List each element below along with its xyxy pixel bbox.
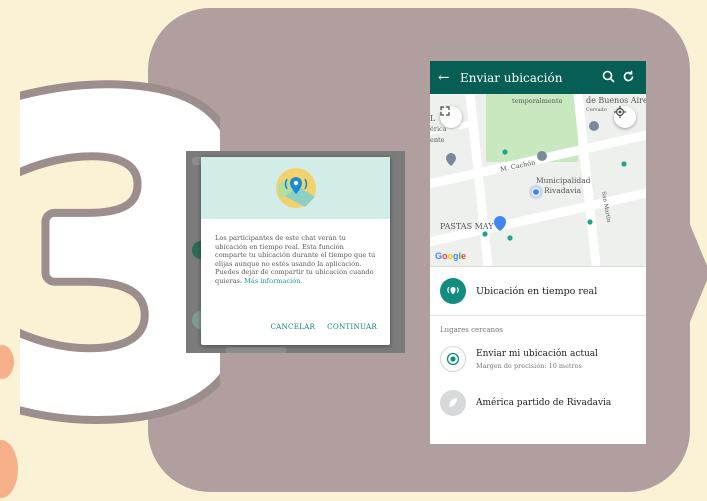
current-location-text: Enviar mi ubicación actual Margen de pre… (476, 349, 598, 370)
dialog-message: Los participantes de este chat verán tu … (201, 219, 390, 286)
live-location-label: Ubicación en tiempo real (476, 285, 598, 297)
send-current-location-option[interactable]: Enviar mi ubicación actual Margen de pre… (430, 340, 646, 378)
dialog-actions: CANCELAR CONTINUAR (270, 322, 377, 331)
live-location-dialog-screenshot: Los participantes de este chat verán tu … (186, 151, 405, 353)
google-logo: Google (435, 251, 467, 261)
background-row (226, 347, 286, 353)
next-arrow-shape (682, 205, 707, 341)
map-label: Municipalidad (536, 176, 591, 185)
live-location-option[interactable]: Ubicación en tiempo real (430, 267, 646, 316)
map-label: Rivadavia (544, 186, 582, 195)
map-label: L (430, 114, 436, 123)
map-label: temporalmente (512, 97, 563, 105)
nearby-places-heading: Lugares cercanos (440, 326, 503, 334)
page-title: Enviar ubicación (460, 70, 563, 85)
live-location-dialog: Los participantes de este chat verán tu … (201, 157, 390, 345)
continue-button[interactable]: CONTINUAR (327, 322, 377, 331)
current-location-label: Enviar mi ubicación actual (476, 348, 599, 359)
map-label: de Buenos Aires (586, 96, 646, 105)
map-label: Cerrado (586, 107, 607, 113)
my-location-icon[interactable] (614, 106, 636, 128)
current-location-icon (440, 346, 466, 372)
decorative-blob-top (0, 345, 14, 379)
decorative-blob-bottom (0, 440, 18, 498)
more-info-link[interactable]: Más información. (244, 277, 302, 285)
search-icon[interactable] (598, 68, 618, 87)
send-location-screen: ← Enviar ubicación temporalmente de Buen… (430, 61, 646, 444)
leaf-icon (440, 390, 466, 416)
back-arrow-icon[interactable]: ← (438, 70, 460, 86)
live-location-icon (275, 168, 316, 208)
refresh-icon[interactable] (618, 68, 638, 87)
map-label: PASTAS MAY (440, 222, 494, 231)
accuracy-label: Margen de precisión: 10 metros (476, 361, 582, 370)
place-text: América partido de Rivadavia (476, 398, 611, 408)
fullscreen-icon[interactable] (440, 106, 462, 128)
dialog-header (201, 157, 390, 219)
place-label: América partido de Rivadavia (476, 398, 612, 408)
map-view[interactable]: temporalmente de Buenos Aires Cerrado L … (430, 94, 646, 267)
nearby-place-item[interactable]: América partido de Rivadavia (430, 378, 646, 422)
map-label: ente (430, 136, 445, 144)
live-location-icon (440, 278, 466, 304)
app-bar: ← Enviar ubicación (430, 61, 646, 94)
cancel-button[interactable]: CANCELAR (270, 322, 315, 331)
